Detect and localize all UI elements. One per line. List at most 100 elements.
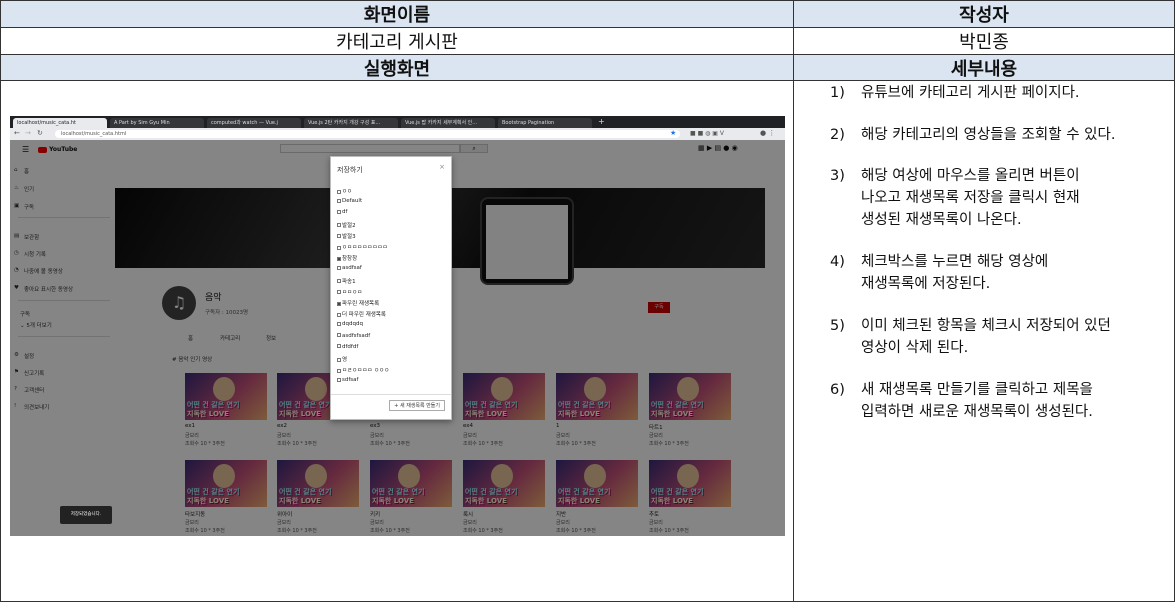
playlist-label: 파송1: [342, 278, 356, 285]
browser-tab[interactable]: Bootstrap Pagination: [498, 118, 592, 128]
playlist-option[interactable]: 발절2: [337, 221, 356, 229]
playlist-checkbox[interactable]: [337, 245, 341, 250]
playlist-label: ㅇㅁㅁㅁㅁㅁㅁㅁㅁ: [342, 245, 388, 251]
save-playlist-dialog: 저장하기 × ㅇㅇ Default df 발절2 발절3 ㅇㅁㅁㅁㅁㅁㅁㅁㅁ 창창창 asdf…: [330, 156, 452, 420]
playlist-option[interactable]: ㅇㅁㅁㅁㅁㅁㅁㅁㅁ: [337, 243, 388, 251]
playlist-option[interactable]: Default: [337, 198, 362, 204]
playlist-option[interactable]: 발절3: [337, 232, 356, 240]
reload-icon[interactable]: ↻: [37, 129, 43, 137]
playlist-label: df: [342, 209, 348, 216]
playlist-label: sdfsaf: [342, 377, 359, 384]
browser-tab[interactable]: computed과 watch — Vue.j: [207, 118, 301, 128]
toast-message: 저장되었습니다.: [60, 506, 112, 524]
detail-number: 6): [830, 382, 845, 398]
playlist-option[interactable]: df: [337, 209, 347, 215]
playlist-label: 발절3: [342, 233, 356, 240]
playlist-checkbox[interactable]: [337, 357, 341, 362]
playlist-checkbox[interactable]: [337, 279, 341, 284]
playlist-option[interactable]: ㅁㄹㅇㅁㅁㅁ ㅇㅇㅇ: [337, 366, 389, 374]
back-icon[interactable]: ←: [14, 129, 20, 137]
playlist-option[interactable]: dqdqdq: [337, 321, 363, 327]
playlist-option[interactable]: sdfsaf: [337, 377, 358, 383]
detail-text: 입력하면 새로운 재생목록이 생성된다.: [861, 404, 1093, 420]
browser-tab[interactable]: Vue.js 팝 카카지 세부계획서 인...: [401, 118, 495, 128]
browser-tab[interactable]: localhost/music_cata.ht: [13, 118, 107, 128]
playlist-checkbox[interactable]: [337, 290, 341, 295]
playlist-checkbox[interactable]: [337, 223, 341, 228]
star-icon[interactable]: ★: [670, 129, 676, 137]
details-cell: [793, 80, 1175, 602]
playlist-checkbox[interactable]: [337, 321, 341, 326]
detail-text: 생성된 재생목록이 나온다.: [861, 212, 1022, 228]
playlist-option[interactable]: asdfsfsadf: [337, 333, 370, 339]
screen-name-value: 카테고리 게시판: [0, 27, 794, 55]
url-input[interactable]: localhost/music_cata.html: [55, 130, 680, 138]
new-playlist-button[interactable]: + 새 재생목록 만들기: [389, 400, 445, 411]
playlist-option[interactable]: ㅁㅁㅇㅁ: [337, 288, 362, 296]
playlist-option[interactable]: ㅇㅇ: [337, 187, 352, 195]
browser-tab[interactable]: Vue.js 2탄 카카지 개강 구성 표...: [304, 118, 398, 128]
playlist-checkbox[interactable]: [337, 198, 341, 203]
playlist-option[interactable]: 창창창: [337, 254, 357, 262]
playlist-label: 발절2: [342, 222, 356, 229]
dialog-divider: [331, 394, 451, 395]
playlist-checkbox[interactable]: [337, 368, 341, 373]
author-value: 박민종: [793, 27, 1175, 55]
playlist-checkbox[interactable]: [337, 189, 341, 194]
detail-text: 해당 여상에 마우스를 올리면 버튼이: [861, 168, 1080, 184]
extensions-icon[interactable]: ■ ■ ◍ ▣ V: [690, 130, 724, 137]
playlist-label: 영: [342, 357, 348, 363]
profile-icon[interactable]: ● ⋮: [760, 129, 775, 137]
playlist-label: 창창창: [342, 256, 358, 263]
playlist-label: ㅁㄹㅇㅁㅁㅁ ㅇㅇㅇ: [342, 368, 390, 375]
playlist-option[interactable]: 파우린 재생목록: [337, 299, 379, 307]
playlist-option[interactable]: 더 파우린 재생목록: [337, 310, 386, 318]
playlist-checkbox[interactable]: [337, 256, 341, 261]
playlist-label: asdfsaf: [342, 265, 362, 272]
detail-text: 유튜브에 카테고리 게시판 페이지다.: [861, 85, 1080, 101]
detail-number: 2): [830, 127, 845, 143]
new-tab-icon[interactable]: +: [598, 117, 605, 126]
playlist-label: ㅇㅇ: [342, 189, 353, 195]
detail-number: 3): [830, 168, 845, 184]
run-screen-header: 실행화면: [0, 54, 794, 81]
playlist-checkbox[interactable]: [337, 301, 341, 306]
playlist-option[interactable]: 파송1: [337, 277, 356, 285]
detail-number: 1): [830, 85, 845, 101]
playlist-checkbox[interactable]: [337, 234, 341, 239]
detail-text: 재생목록에 저장된다.: [861, 276, 991, 292]
browser-tab[interactable]: A Part by Sim Gyu Min: [110, 118, 204, 128]
detail-text: 영상이 삭제 된다.: [861, 340, 969, 356]
browser-tab-strip: localhost/music_cata.ht A Part by Sim Gy…: [10, 116, 785, 128]
playlist-checkbox[interactable]: [337, 333, 341, 338]
detail-text: 나오고 재생목록 저장을 클릭시 현재: [861, 190, 1080, 206]
playlist-label: ㅁㅁㅇㅁ: [342, 289, 363, 296]
playlist-checkbox[interactable]: [337, 312, 341, 317]
address-bar-row: ← → ↻ localhost/music_cata.html ★ ■ ■ ◍ …: [10, 128, 785, 140]
playlist-option[interactable]: 영: [337, 355, 347, 363]
close-icon[interactable]: ×: [439, 163, 445, 171]
playlist-option[interactable]: asdfsaf: [337, 265, 362, 271]
detail-number: 5): [830, 318, 845, 334]
playlist-checkbox[interactable]: [337, 265, 341, 270]
details-header: 세부내용: [793, 54, 1175, 81]
author-header: 작성자: [793, 0, 1175, 28]
screen-name-header: 화면이름: [0, 0, 794, 28]
dialog-title: 저장하기: [337, 166, 363, 174]
detail-text: 체크박스를 누르면 해당 영상에: [861, 254, 1049, 270]
detail-text: 새 재생목록 만들기를 클릭하고 제목을: [861, 382, 1093, 398]
forward-icon[interactable]: →: [25, 129, 31, 137]
detail-text: 이미 체크된 항목을 체크시 저장되어 있던: [861, 318, 1111, 334]
playlist-checkbox[interactable]: [337, 209, 341, 214]
detail-number: 4): [830, 254, 845, 270]
playlist-option[interactable]: dfdfdf: [337, 344, 358, 350]
playlist-label: dqdqdq: [342, 321, 363, 328]
playlist-label: 더 파우린 재생목록: [342, 312, 386, 319]
playlist-label: 파우린 재생목록: [342, 301, 380, 307]
detail-text: 해당 카테고리의 영상들을 조회할 수 있다.: [861, 127, 1116, 143]
playlist-checkbox[interactable]: [337, 377, 341, 382]
playlist-label: Default: [342, 198, 363, 205]
playlist-label: dfdfdf: [342, 343, 359, 350]
playlist-checkbox[interactable]: [337, 344, 341, 349]
playlist-label: asdfsfsadf: [342, 332, 371, 339]
